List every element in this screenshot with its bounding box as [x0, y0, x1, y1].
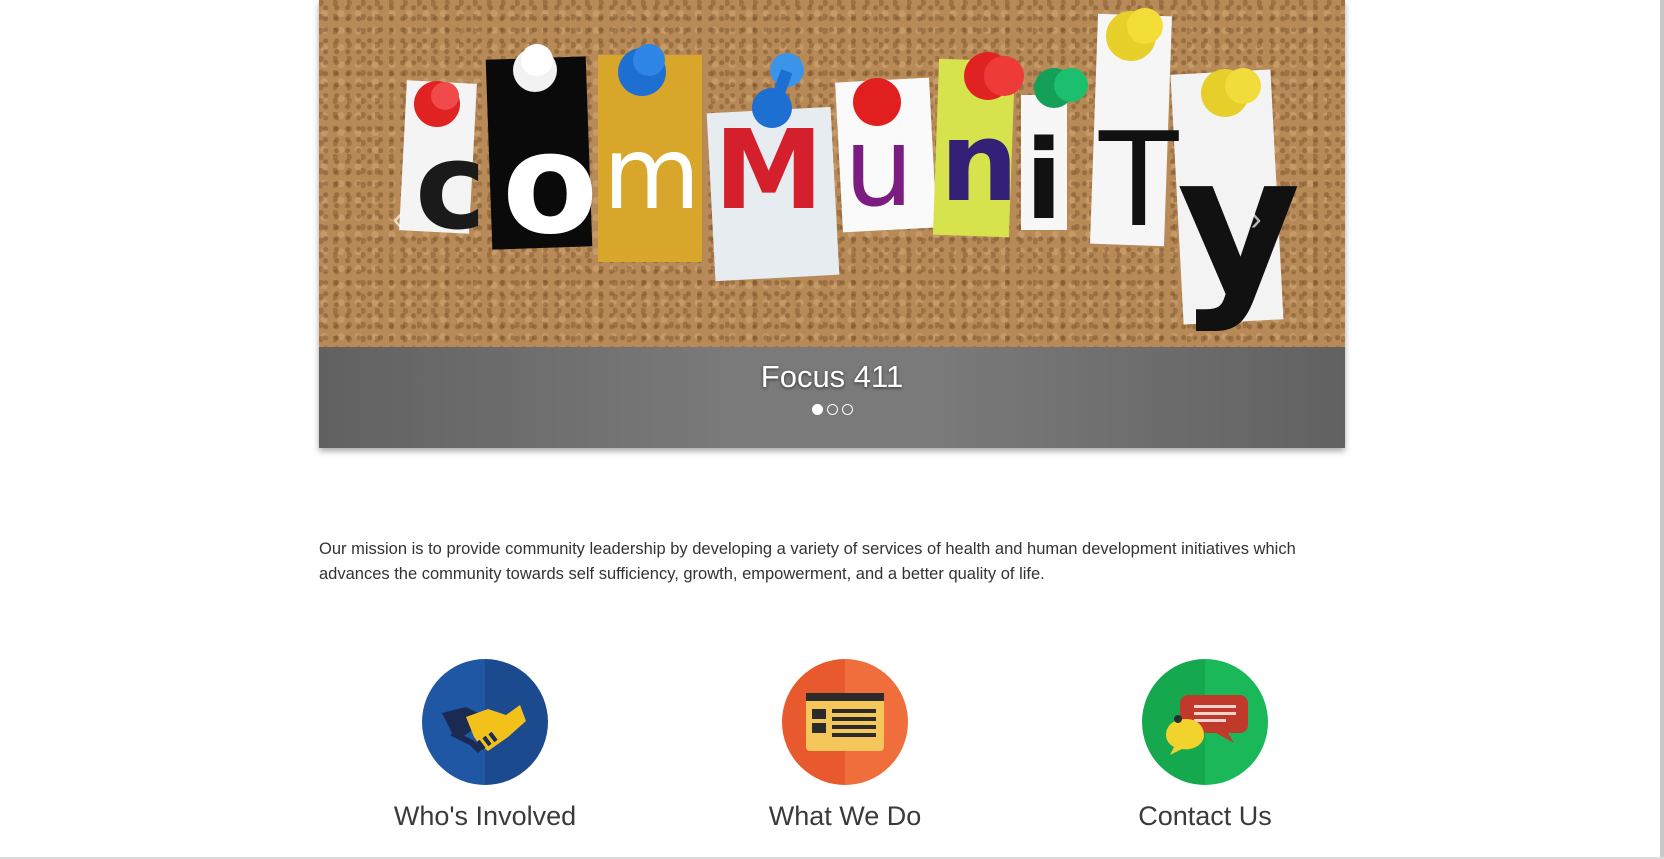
- carousel-indicator-2[interactable]: [826, 404, 838, 415]
- feature-contact-us[interactable]: Contact Us: [1055, 659, 1355, 832]
- carousel-next-button[interactable]: ›: [1243, 202, 1269, 236]
- mission-statement: Our mission is to provide community lead…: [319, 540, 1296, 583]
- banner-letter-c: c: [415, 118, 486, 257]
- carousel-indicator-3[interactable]: [841, 404, 853, 415]
- carousel-indicators: [319, 404, 1345, 415]
- carousel-indicator-1[interactable]: [811, 404, 823, 415]
- carousel-prev-button[interactable]: ‹: [385, 202, 411, 236]
- carousel-caption: Focus 411: [760, 359, 904, 394]
- banner-letter-T: T: [1098, 104, 1179, 256]
- banner-letter-i: i: [1025, 116, 1063, 244]
- feature-label[interactable]: What We Do: [695, 801, 995, 832]
- browser-window-icon[interactable]: [782, 659, 908, 785]
- banner-letter-o: o: [502, 103, 598, 266]
- handshake-icon[interactable]: [422, 659, 548, 785]
- banner-letter-y: y: [1177, 114, 1301, 335]
- hero-carousel: c o m M u n i T y ‹ › Focus 411: [319, 0, 1345, 448]
- scrollbar-edge[interactable]: [1660, 0, 1664, 859]
- community-banner-image: c o m M u n i T y: [319, 0, 1345, 347]
- feature-whos-involved[interactable]: Who's Involved: [335, 659, 635, 832]
- feature-label[interactable]: Contact Us: [1055, 801, 1355, 832]
- chat-bubbles-icon[interactable]: [1142, 659, 1268, 785]
- carousel-caption-bar: Focus 411: [319, 347, 1345, 448]
- feature-what-we-do[interactable]: What We Do: [695, 659, 995, 832]
- banner-letter-m: m: [603, 115, 700, 232]
- banner-letter-n: n: [940, 98, 1018, 226]
- feature-label[interactable]: Who's Involved: [335, 801, 635, 832]
